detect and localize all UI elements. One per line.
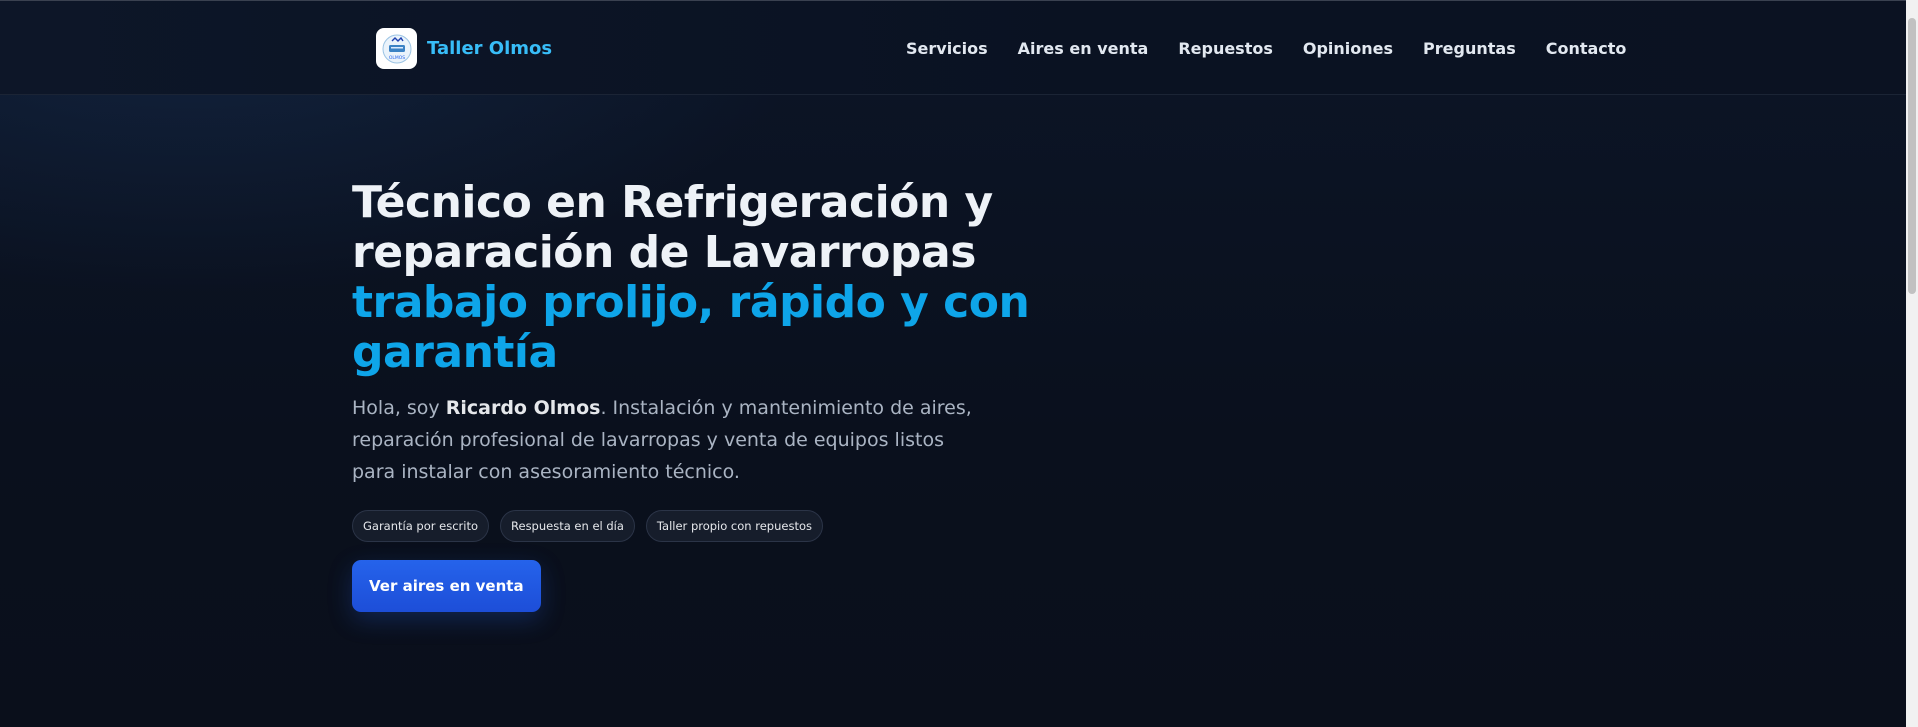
- hero-title: Técnico en Refrigeración y reparación de…: [352, 178, 1032, 378]
- nav-contacto[interactable]: Contacto: [1546, 39, 1627, 58]
- brand[interactable]: OLMOS Taller Olmos: [376, 28, 552, 69]
- hero-subtitle: Hola, soy Ricardo Olmos. Instalación y m…: [352, 392, 972, 488]
- nav-servicios[interactable]: Servicios: [906, 39, 988, 58]
- page-scrollbar[interactable]: [1906, 0, 1918, 727]
- brand-name: Taller Olmos: [427, 38, 553, 59]
- taller-olmos-logo-icon: OLMOS: [376, 28, 417, 69]
- feature-badges: Garantía por escrito Respuesta en el día…: [352, 510, 1032, 542]
- main-nav: Servicios Aires en venta Repuestos Opini…: [906, 39, 1626, 58]
- site-header: OLMOS Taller Olmos Servicios Aires en ve…: [0, 1, 1906, 95]
- hero-title-accent: trabajo prolijo, rápido y con garantía: [352, 277, 1030, 378]
- badge-taller: Taller propio con repuestos: [645, 510, 823, 542]
- hero-section: Técnico en Refrigeración y reparación de…: [352, 178, 1032, 612]
- badge-respuesta: Respuesta en el día: [500, 510, 635, 542]
- hero-title-line-2: reparación de Lavarropas: [352, 227, 976, 278]
- badge-garantia: Garantía por escrito: [352, 510, 490, 542]
- svg-text:OLMOS: OLMOS: [388, 55, 404, 61]
- nav-aires-en-venta[interactable]: Aires en venta: [1018, 39, 1149, 58]
- hero-sub-intro: Hola, soy: [352, 397, 446, 419]
- nav-opiniones[interactable]: Opiniones: [1303, 39, 1393, 58]
- hero-title-line-1: Técnico en Refrigeración y: [352, 177, 993, 228]
- scrollbar-thumb[interactable]: [1908, 18, 1916, 294]
- page: OLMOS Taller Olmos Servicios Aires en ve…: [0, 0, 1918, 727]
- nav-preguntas[interactable]: Preguntas: [1423, 39, 1516, 58]
- hero-sub-name: Ricardo Olmos: [445, 397, 601, 419]
- ver-aires-button[interactable]: Ver aires en venta: [352, 560, 541, 612]
- nav-repuestos[interactable]: Repuestos: [1178, 39, 1273, 58]
